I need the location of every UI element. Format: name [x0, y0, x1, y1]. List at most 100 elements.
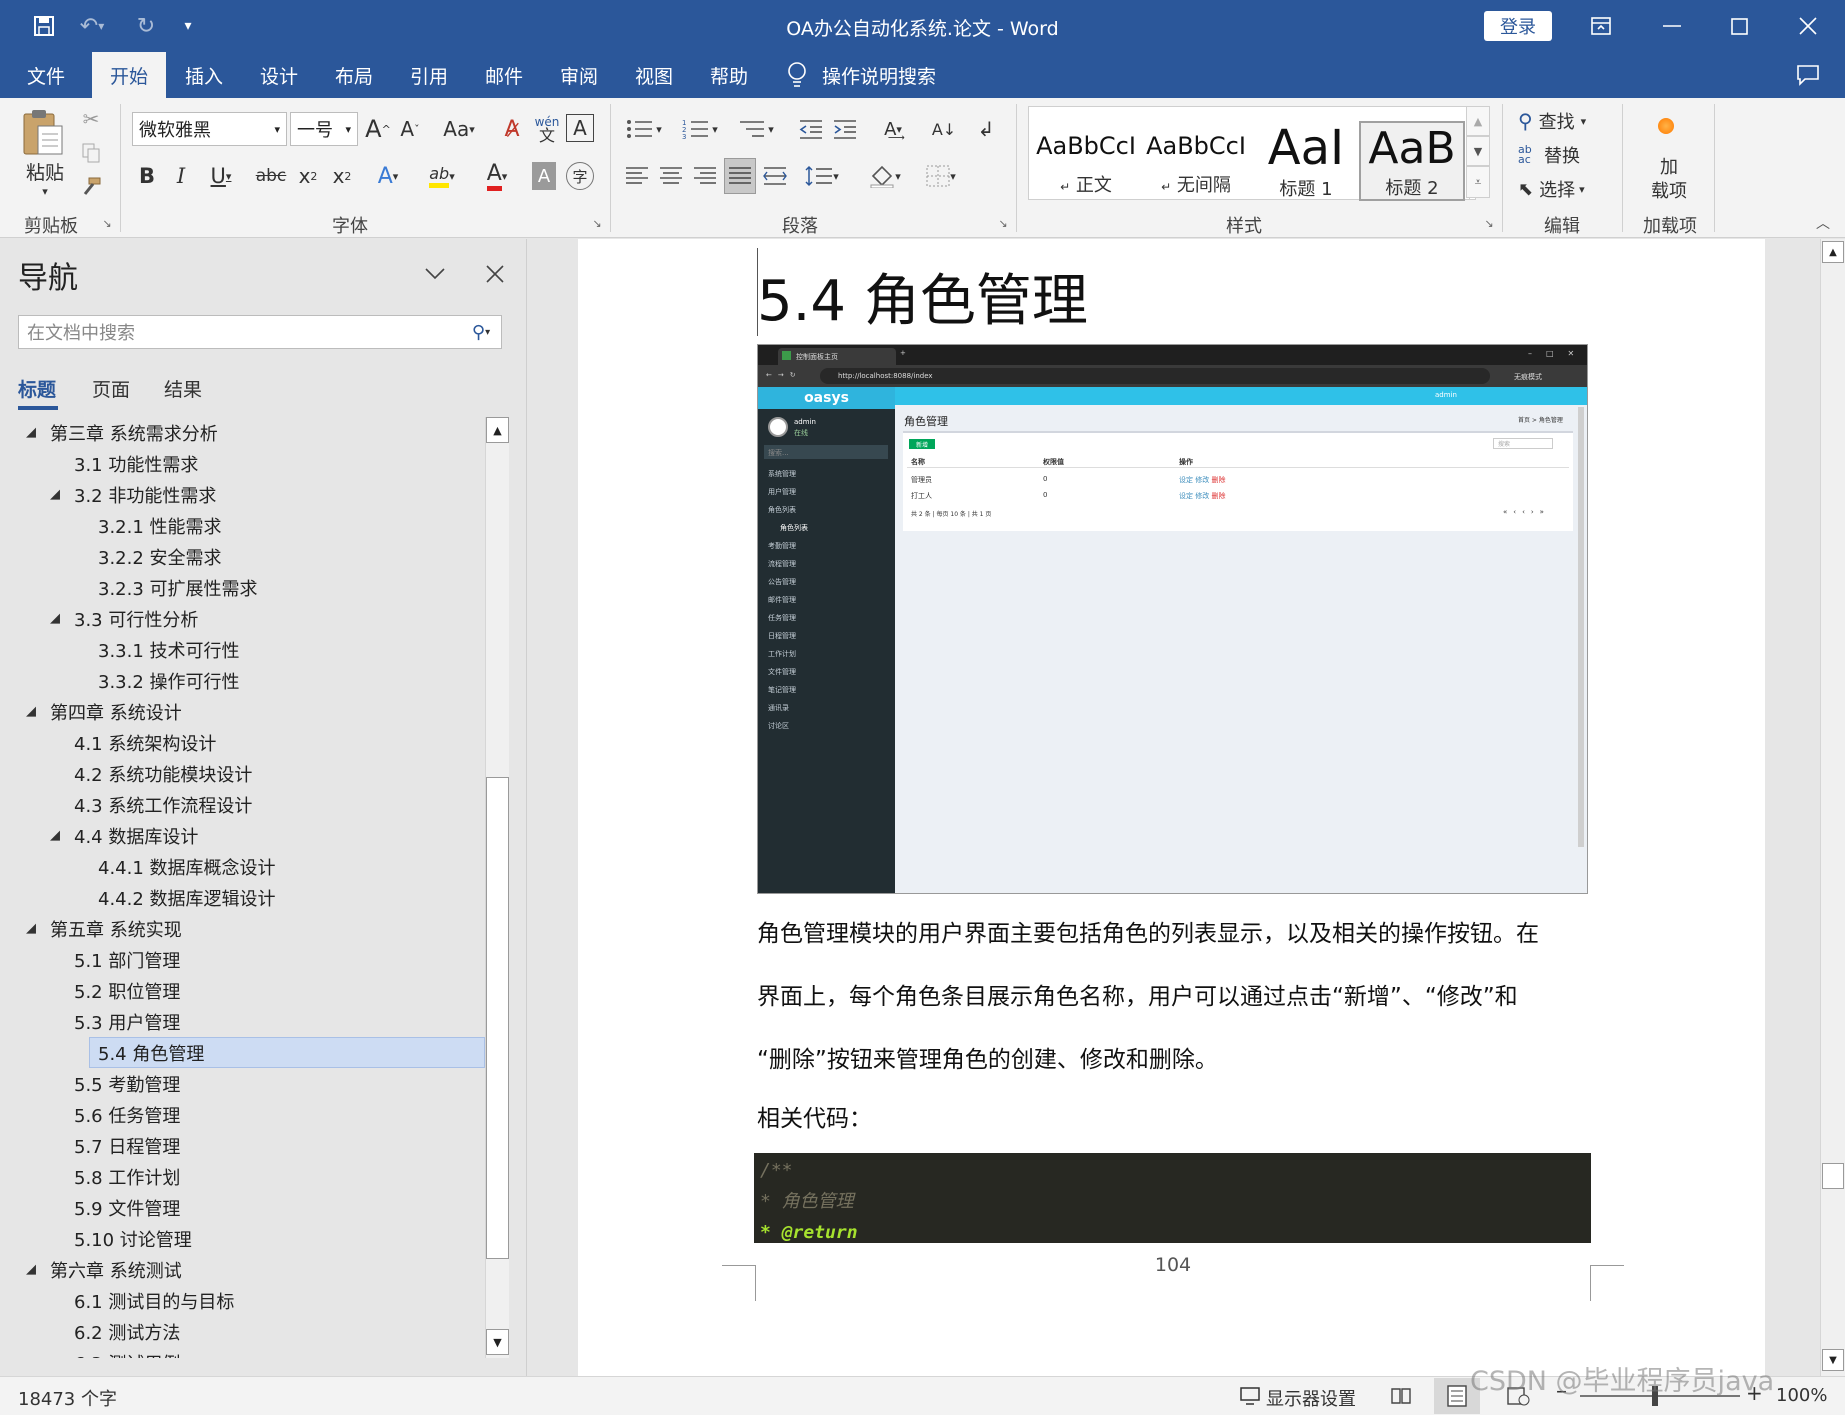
doc-scroll-down-icon[interactable]: ▼ — [1822, 1349, 1844, 1371]
nav-heading-item[interactable]: 3.3.1 技术可行性 — [0, 634, 485, 665]
font-size-dropdown-icon[interactable]: ▾ — [345, 123, 351, 136]
word-count[interactable]: 18473 个字 — [18, 1385, 117, 1411]
highlight-icon[interactable]: ab ▾ — [420, 160, 464, 192]
redo-icon[interactable]: ↻ — [130, 10, 162, 42]
nav-options-chevron-icon[interactable] — [420, 259, 450, 289]
nav-heading-item[interactable]: ◢ 3.2 非功能性需求 — [0, 479, 485, 510]
maximize-icon[interactable] — [1722, 10, 1756, 42]
subscript-icon[interactable]: x2 — [294, 160, 322, 192]
nav-heading-item[interactable]: 5.8 工作计划 — [0, 1161, 485, 1192]
close-window-icon[interactable] — [1791, 10, 1825, 42]
style-no-spacing[interactable]: AaBbCcI ↵ 无间隔 — [1143, 121, 1249, 201]
nav-heading-item[interactable]: 5.10 讨论管理 — [0, 1223, 485, 1254]
align-left-icon[interactable] — [622, 160, 652, 192]
nav-heading-item[interactable]: 3.3.2 操作可行性 — [0, 665, 485, 696]
nav-heading-item[interactable]: 5.7 日程管理 — [0, 1130, 485, 1161]
nav-heading-item[interactable]: 6.2 测试方法 — [0, 1316, 485, 1347]
style-heading-1[interactable]: AaI 标题 1 — [1253, 121, 1359, 201]
nav-scroll-thumb[interactable] — [486, 777, 509, 1259]
sort-icon[interactable]: A↓ — [930, 112, 958, 146]
comments-icon[interactable] — [1796, 64, 1822, 86]
nav-heading-item[interactable]: ◢ 第六章 系统测试 — [0, 1254, 485, 1285]
paragraph-launcher-icon[interactable]: ↘ — [996, 216, 1010, 230]
replace-button[interactable]: ab ac 替换 — [1518, 140, 1610, 170]
nav-heading-item[interactable]: 4.2 系统功能模块设计 — [0, 758, 485, 789]
tab-layout[interactable]: 布局 — [318, 52, 390, 98]
undo-icon[interactable]: ↶ ▾ — [72, 10, 112, 42]
collapse-ribbon-icon[interactable]: ︿ — [1812, 214, 1834, 232]
shading-icon[interactable]: ▾ — [862, 160, 908, 192]
nav-heading-item[interactable]: 3.2.3 可扩展性需求 — [0, 572, 485, 603]
collapse-triangle-icon[interactable]: ◢ — [50, 611, 60, 626]
nav-heading-item[interactable]: 5.5 考勤管理 — [0, 1068, 485, 1099]
login-button[interactable]: 登录 — [1484, 11, 1552, 41]
align-right-icon[interactable] — [690, 160, 720, 192]
align-center-icon[interactable] — [656, 160, 686, 192]
paste-icon[interactable] — [20, 106, 70, 158]
text-effects-icon[interactable]: A ▾ — [368, 160, 408, 192]
increase-indent-icon[interactable] — [830, 112, 860, 146]
addins-icon[interactable] — [1658, 118, 1674, 134]
underline-icon[interactable]: U ▾ — [202, 160, 240, 192]
tab-view[interactable]: 视图 — [618, 52, 690, 98]
chinese-layout-icon[interactable]: A͢ ▾ — [870, 112, 916, 146]
enclose-characters-icon[interactable]: 字 — [566, 162, 594, 190]
gallery-scroll-up-icon[interactable]: ▲ — [1466, 106, 1490, 136]
italic-icon[interactable]: I — [168, 160, 194, 192]
font-name-dropdown-icon[interactable]: ▾ — [274, 123, 280, 136]
nav-heading-item[interactable]: 5.1 部门管理 — [0, 944, 485, 975]
distributed-icon[interactable] — [760, 160, 790, 192]
read-mode-icon[interactable] — [1390, 1386, 1412, 1406]
nav-heading-item[interactable]: ◢ 3.3 可行性分析 — [0, 603, 485, 634]
tab-mailings[interactable]: 邮件 — [468, 52, 540, 98]
nav-heading-item[interactable]: 5.3 用户管理 — [0, 1006, 485, 1037]
collapse-triangle-icon[interactable]: ◢ — [26, 1262, 36, 1277]
nav-scrollbar[interactable]: ▲ ▼ — [485, 417, 509, 1358]
nav-tab-headings[interactable]: 标题 — [18, 375, 56, 402]
collapse-triangle-icon[interactable]: ◢ — [50, 487, 60, 502]
nav-heading-item[interactable]: 4.4.2 数据库逻辑设计 — [0, 882, 485, 913]
save-icon[interactable] — [28, 10, 60, 42]
clear-formatting-icon[interactable]: A̷ — [498, 112, 526, 146]
tab-insert[interactable]: 插入 — [168, 52, 240, 98]
tell-me-search[interactable]: 操作说明搜索 — [822, 52, 952, 98]
nav-heading-item[interactable]: 5.6 任务管理 — [0, 1099, 485, 1130]
nav-tab-results[interactable]: 结果 — [164, 375, 202, 402]
nav-heading-item[interactable]: 5.2 职位管理 — [0, 975, 485, 1006]
nav-heading-item[interactable]: 5.4 角色管理 — [89, 1037, 485, 1068]
collapse-triangle-icon[interactable]: ◢ — [50, 828, 60, 843]
nav-close-icon[interactable] — [480, 259, 510, 289]
tab-help[interactable]: 帮助 — [693, 52, 765, 98]
tab-references[interactable]: 引用 — [393, 52, 465, 98]
shrink-font-icon[interactable]: Aˇ — [396, 112, 424, 146]
font-color-icon[interactable]: A ▾ — [476, 160, 518, 192]
clipboard-launcher-icon[interactable]: ↘ — [100, 216, 114, 230]
paste-dropdown-icon[interactable]: ▾ — [36, 182, 54, 200]
strikethrough-icon[interactable]: abc — [256, 160, 287, 192]
grow-font-icon[interactable]: A ^ — [364, 112, 392, 146]
nav-heading-item[interactable]: ◢ 第四章 系统设计 — [0, 696, 485, 727]
copy-icon[interactable] — [78, 140, 104, 166]
nav-tab-pages[interactable]: 页面 — [92, 375, 130, 402]
minimize-icon[interactable] — [1655, 10, 1689, 42]
show-paragraph-marks-icon[interactable]: ↲ — [972, 112, 1000, 146]
doc-scroll-thumb[interactable] — [1822, 1163, 1844, 1189]
style-heading-2[interactable]: AaB 标题 2 — [1359, 121, 1465, 201]
nav-scroll-up-icon[interactable]: ▲ — [486, 417, 509, 443]
nav-search-icon[interactable]: ⚲ ▾ — [462, 319, 500, 345]
tab-file[interactable]: 文件 — [10, 52, 82, 98]
bold-icon[interactable]: B — [134, 160, 160, 192]
change-case-button[interactable]: Aa ▾ — [436, 112, 482, 146]
format-painter-icon[interactable] — [78, 174, 104, 200]
cut-icon[interactable]: ✂ — [78, 106, 104, 132]
paste-button[interactable]: 粘贴 — [18, 158, 72, 184]
justify-icon[interactable] — [724, 158, 756, 194]
doc-scroll-up-icon[interactable]: ▲ — [1822, 241, 1844, 263]
document-scrollbar[interactable]: ▲ ▼ — [1820, 239, 1845, 1376]
bullets-icon[interactable]: ▾ — [622, 112, 666, 146]
nav-heading-item[interactable]: 6.3 测试用例 — [0, 1347, 485, 1359]
tab-design[interactable]: 设计 — [243, 52, 315, 98]
collapse-triangle-icon[interactable]: ◢ — [26, 921, 36, 936]
styles-launcher-icon[interactable]: ↘ — [1482, 216, 1496, 230]
display-settings-button[interactable]: 显示器设置 — [1266, 1385, 1356, 1411]
